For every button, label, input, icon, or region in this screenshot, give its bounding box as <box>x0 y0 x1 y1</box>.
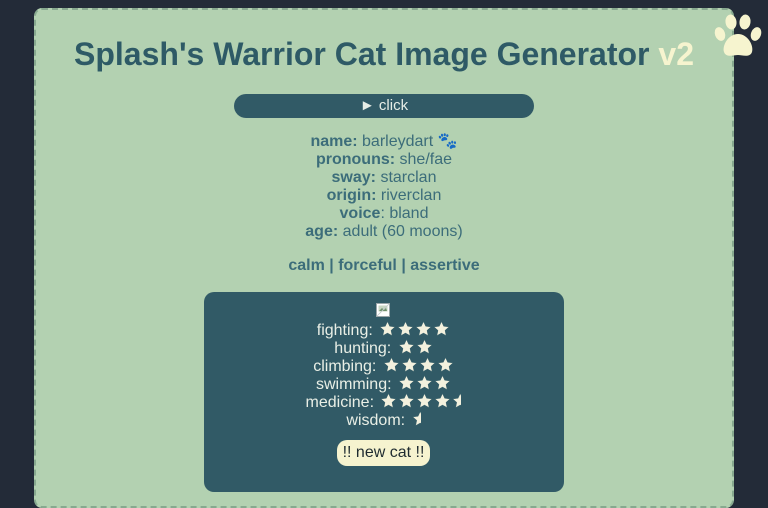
skill-row-medicine: medicine: <box>204 393 564 411</box>
age-label: age: <box>305 223 339 240</box>
star-icon <box>398 339 415 354</box>
cat-info: name: barleydart 🐾 pronouns: she/fae swa… <box>0 133 768 241</box>
pronouns-row: pronouns: she/fae <box>0 151 768 169</box>
star-icon <box>416 339 433 354</box>
click-toggle-button[interactable]: ► click <box>234 94 534 118</box>
skill-list: fighting: hunting: climbing: swimming: m… <box>204 321 564 429</box>
star-icon <box>419 357 436 372</box>
skill-label: medicine: <box>305 394 375 411</box>
skill-label: fighting: <box>316 322 373 339</box>
pronouns-label: pronouns: <box>315 151 396 168</box>
trait-item: calm <box>288 257 325 274</box>
skill-row-wisdom: wisdom: <box>204 411 564 429</box>
new-cat-button[interactable]: !! new cat !! <box>337 440 430 466</box>
star-icon <box>399 393 415 408</box>
trait-item: forceful <box>338 257 397 274</box>
age-row: age: adult (60 moons) <box>0 223 768 241</box>
star-icon <box>417 393 433 408</box>
name-label: name: <box>310 133 358 150</box>
star-icon <box>433 321 450 336</box>
star-icon <box>401 357 418 372</box>
voice-row: voice: bland <box>0 205 768 223</box>
skill-label: swimming: <box>315 376 392 393</box>
version-label: v2 <box>658 36 694 72</box>
star-rating <box>411 411 422 432</box>
trait-separator: | <box>324 257 339 274</box>
skill-label: wisdom: <box>346 412 406 429</box>
skill-row-swimming: swimming: <box>204 375 564 393</box>
skill-label: climbing: <box>313 358 377 375</box>
star-icon <box>434 375 451 390</box>
star-icon <box>381 393 397 408</box>
origin-row: origin: riverclan <box>0 187 768 205</box>
name-value: barleydart 🐾 <box>362 133 458 150</box>
title-text: Splash's Warrior Cat Image Generator <box>74 36 650 72</box>
voice-label: voice <box>339 205 381 222</box>
trait-item: assertive <box>410 257 480 274</box>
half-star-icon <box>452 393 462 408</box>
skill-row-climbing: climbing: <box>204 357 564 375</box>
star-icon <box>415 321 432 336</box>
skill-label: hunting: <box>334 340 392 357</box>
skill-row-fighting: fighting: <box>204 321 564 339</box>
skill-row-hunting: hunting: <box>204 339 564 357</box>
sway-value: starclan <box>380 169 437 186</box>
broken-image-icon <box>376 303 390 317</box>
age-value: adult (60 moons) <box>342 223 463 240</box>
page-title: Splash's Warrior Cat Image Generator v2 <box>0 34 768 74</box>
origin-value: riverclan <box>380 187 442 204</box>
star-icon <box>383 357 400 372</box>
star-icon <box>398 375 415 390</box>
half-star-icon <box>411 411 421 426</box>
star-icon <box>437 357 454 372</box>
trait-separator: | <box>396 257 411 274</box>
star-icon <box>397 321 414 336</box>
sway-row: sway: starclan <box>0 169 768 187</box>
name-row: name: barleydart 🐾 <box>0 133 768 151</box>
trait-list: calm | forceful | assertive <box>0 257 768 275</box>
star-icon <box>435 393 451 408</box>
origin-label: origin: <box>326 187 377 204</box>
sway-label: sway: <box>331 169 376 186</box>
star-icon <box>416 375 433 390</box>
voice-value: : bland <box>380 205 429 222</box>
star-icon <box>379 321 396 336</box>
pronouns-value: she/fae <box>399 151 453 168</box>
